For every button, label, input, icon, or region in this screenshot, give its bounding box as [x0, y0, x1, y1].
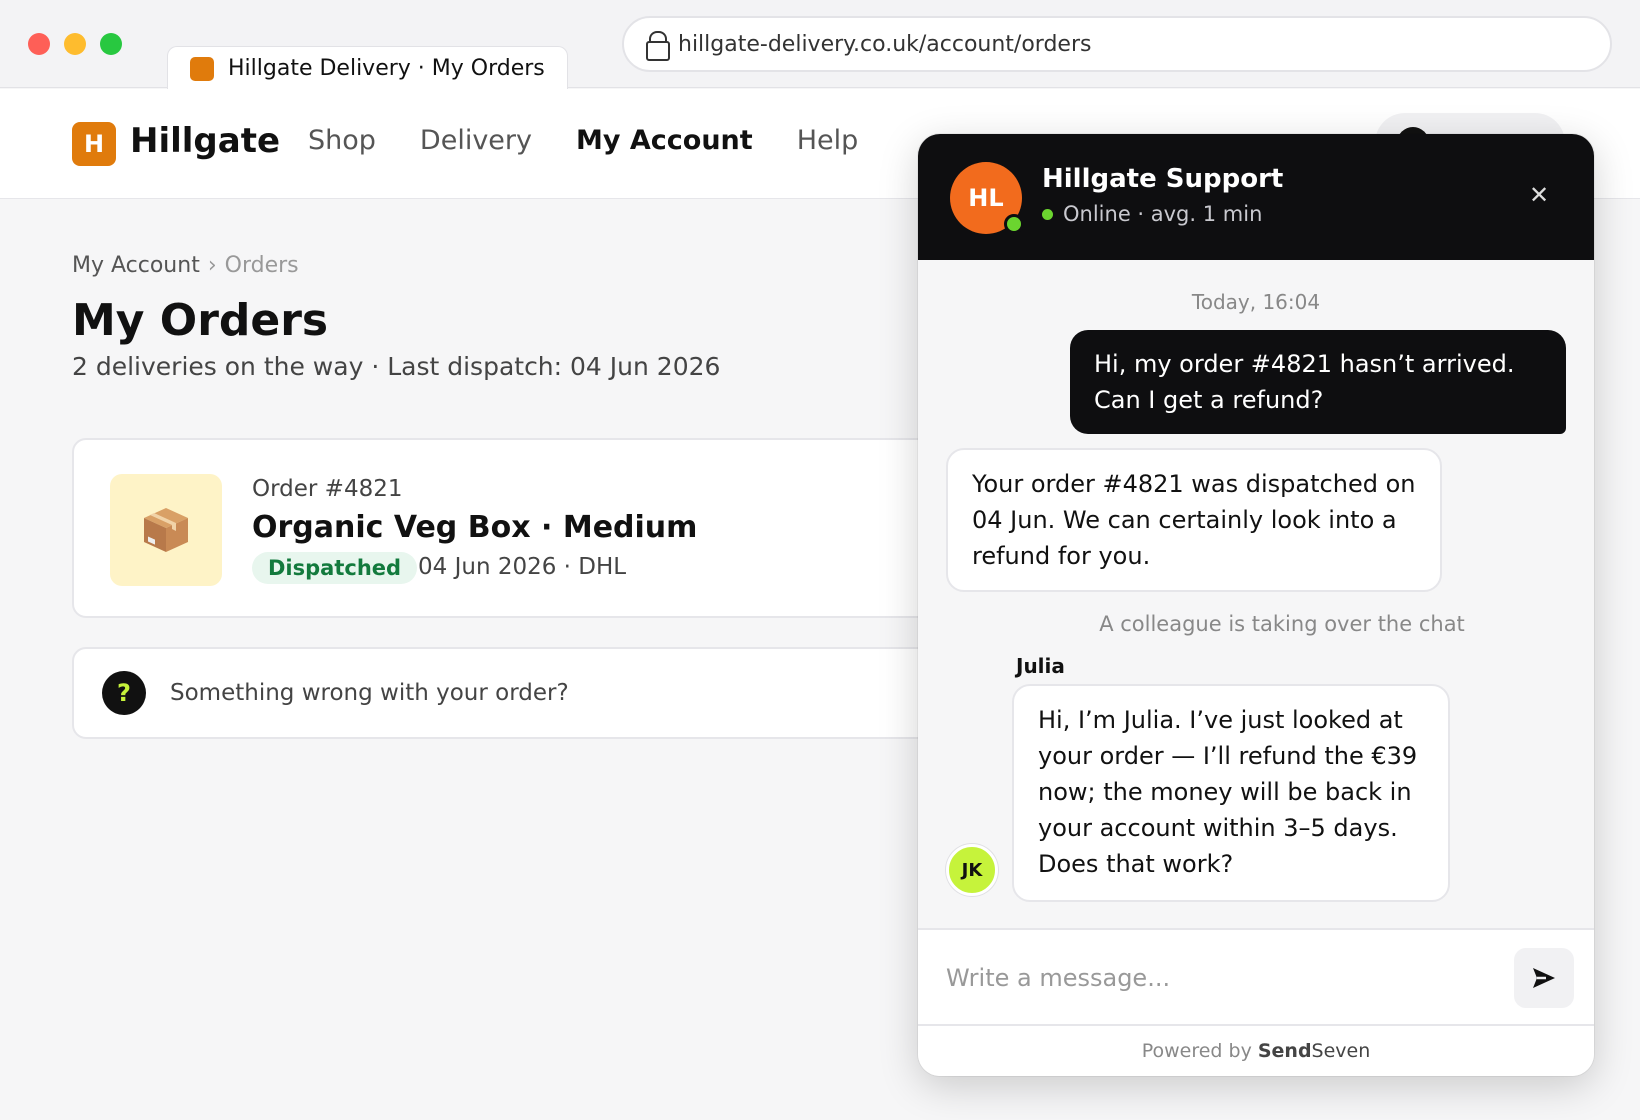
sender-name: Julia	[1016, 654, 1065, 678]
online-dot-icon	[1042, 208, 1053, 220]
powered-by-label: Powered by	[1141, 1040, 1252, 1062]
chat-messages[interactable]: Today, 16:04 Hi, my order #4821 hasn’t a…	[918, 260, 1594, 928]
chat-status: Online · avg. 1 min	[1042, 202, 1262, 226]
window-maximize-button[interactable]	[100, 33, 122, 55]
nav-shop[interactable]: Shop	[308, 125, 376, 156]
breadcrumb-separator: ›	[207, 253, 217, 278]
browser-chrome: Hillgate Delivery · My Orders hillgate-d…	[0, 0, 1640, 90]
chat-widget: HL Hillgate Support Online · avg. 1 min …	[918, 134, 1594, 1076]
agent-message: Hi, I’m Julia. I’ve just looked at your …	[1012, 684, 1450, 902]
help-prompt: Something wrong with your order?	[170, 680, 569, 706]
chat-header: HL Hillgate Support Online · avg. 1 min …	[918, 134, 1594, 260]
browser-tab[interactable]: Hillgate Delivery · My Orders	[167, 46, 568, 90]
question-icon: ?	[102, 671, 146, 715]
breadcrumb: My Account › Orders	[72, 253, 299, 278]
page-title: My Orders	[72, 295, 329, 346]
favicon-icon	[190, 56, 214, 81]
breadcrumb-my-account[interactable]: My Account	[72, 253, 200, 278]
breadcrumb-current: Orders	[224, 253, 299, 278]
logo-text[interactable]: Hillgate	[130, 121, 280, 161]
status-badge: Dispatched	[252, 552, 418, 584]
nav-help[interactable]: Help	[797, 125, 859, 156]
chat-footer: Powered by Send Seven	[918, 1024, 1594, 1076]
order-meta: 04 Jun 2026 · DHL	[418, 554, 627, 580]
message-timestamp: Today, 16:04	[1191, 290, 1321, 314]
powered-by-brand-bold[interactable]: Send	[1258, 1040, 1312, 1062]
user-message: Hi, my order #4821 hasn’t arrived. Can I…	[1070, 330, 1566, 434]
close-icon[interactable]: ✕	[1524, 180, 1554, 210]
send-icon	[1533, 968, 1555, 988]
order-card[interactable]: Order #4821 Organic Veg Box · Medium Dis…	[72, 438, 972, 618]
lock-icon	[646, 31, 670, 61]
powered-by-brand-rest: Seven	[1311, 1040, 1371, 1062]
main-nav: Shop Delivery My Account Help	[308, 125, 858, 156]
page-subtitle: 2 deliveries on the way · Last dispatch:…	[72, 352, 721, 381]
address-bar[interactable]: hillgate-delivery.co.uk/account/orders	[622, 16, 1612, 72]
nav-delivery[interactable]: Delivery	[420, 125, 532, 156]
help-card[interactable]: ? Something wrong with your order?	[72, 647, 972, 739]
chat-status-text: Online · avg. 1 min	[1063, 202, 1263, 226]
message-input[interactable]	[946, 956, 1486, 1000]
package-icon	[110, 474, 222, 586]
order-number: Order #4821	[252, 476, 403, 502]
agent-julia-avatar: JK	[946, 844, 998, 896]
window-close-button[interactable]	[28, 33, 50, 55]
window-minimize-button[interactable]	[64, 33, 86, 55]
url-text: hillgate-delivery.co.uk/account/orders	[678, 31, 1092, 57]
order-name[interactable]: Organic Veg Box · Medium	[252, 510, 697, 545]
chat-composer	[918, 928, 1594, 1024]
logo-mark[interactable]: H	[72, 122, 116, 166]
online-indicator	[1004, 214, 1024, 234]
chat-title: Hillgate Support	[1042, 164, 1284, 194]
bot-message: Your order #4821 was dispatched on 04 Ju…	[946, 448, 1442, 592]
tab-title: Hillgate Delivery · My Orders	[228, 56, 545, 81]
send-button[interactable]	[1514, 948, 1574, 1008]
nav-my-account[interactable]: My Account	[576, 125, 753, 156]
takeover-notice: A colleague is taking over the chat	[1099, 612, 1465, 636]
